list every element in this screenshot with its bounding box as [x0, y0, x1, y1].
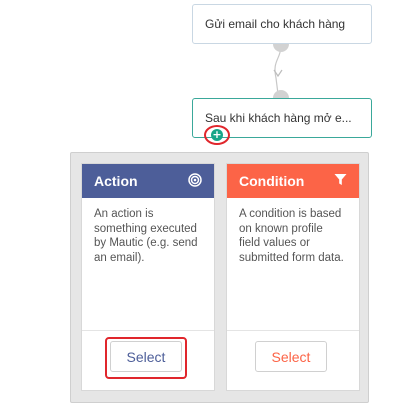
action-card-title: Action	[94, 173, 138, 189]
condition-card-footer: Select	[227, 330, 359, 390]
condition-card-header: Condition	[227, 164, 359, 198]
email-open-node-label: Sau khi khách hàng mở e...	[205, 111, 352, 125]
condition-card: Condition A condition is based on known …	[226, 163, 360, 391]
target-icon	[188, 172, 202, 190]
select-button-highlight	[105, 337, 187, 379]
action-card-description: An action is something executed by Mauti…	[94, 208, 198, 264]
filter-icon	[334, 173, 347, 189]
email-node-label: Gửi email cho khách hàng	[205, 17, 346, 31]
condition-card-title: Condition	[239, 173, 305, 189]
action-card-header: Action	[82, 164, 214, 198]
email-node[interactable]: Gửi email cho khách hàng	[192, 4, 372, 44]
condition-select-button[interactable]: Select	[255, 341, 327, 372]
condition-card-description: A condition is based on known profile fi…	[239, 208, 344, 264]
add-step-button[interactable]: +	[211, 129, 223, 141]
connector-arrowhead	[273, 69, 283, 78]
